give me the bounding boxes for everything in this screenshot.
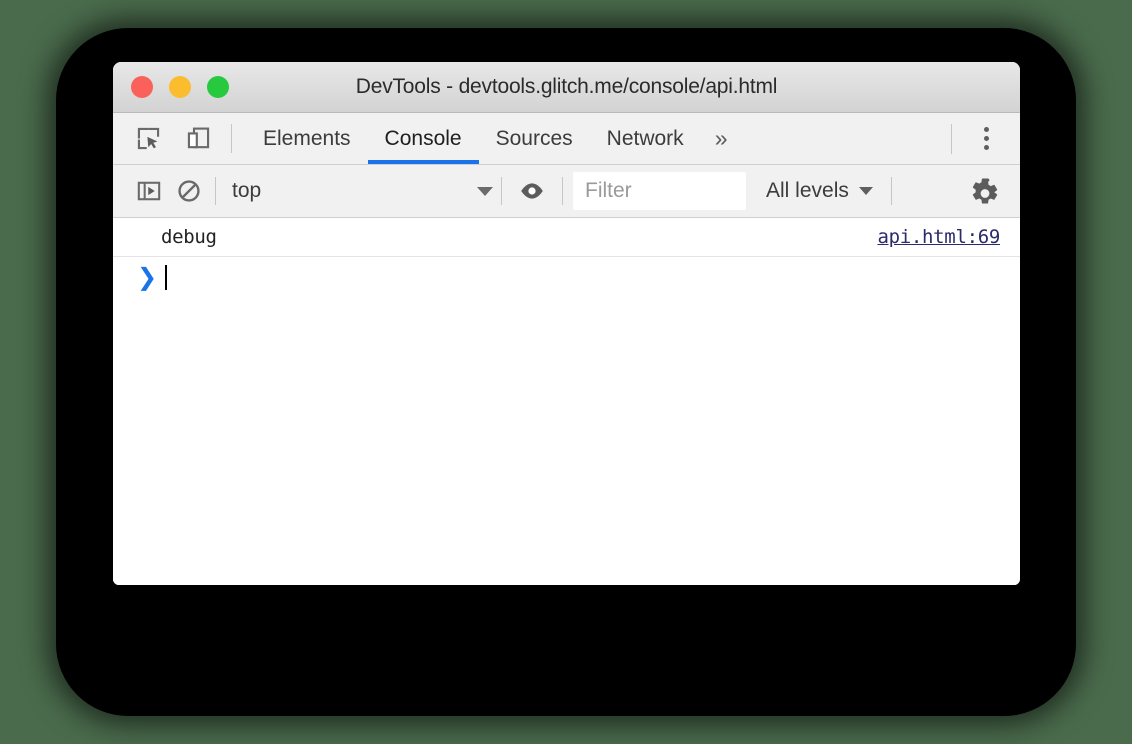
console-toolbar-divider-2 [501, 177, 502, 205]
table-row[interactable]: debug api.html:69 [113, 218, 1020, 257]
tab-console[interactable]: Console [367, 113, 479, 164]
chevron-down-icon [477, 186, 493, 196]
execution-context-selector[interactable]: top [224, 179, 499, 203]
kebab-menu-icon[interactable] [966, 119, 1006, 159]
console-toolbar-divider-3 [562, 177, 563, 205]
console-prompt[interactable]: ❯ [113, 257, 1020, 297]
console-sidebar-icon[interactable] [129, 171, 169, 211]
tabbar-tool-icons [113, 113, 227, 164]
minimize-window-button[interactable] [169, 76, 191, 98]
console-toolbar: top Filter All levels [113, 165, 1020, 218]
maximize-window-button[interactable] [207, 76, 229, 98]
device-toolbar-icon[interactable] [179, 120, 217, 158]
window-titlebar: DevTools - devtools.glitch.me/console/ap… [113, 62, 1020, 113]
window-controls [131, 76, 229, 98]
tabbar-divider [231, 124, 232, 153]
console-message-text: debug [161, 226, 217, 248]
console-toolbar-divider-4 [890, 177, 892, 205]
create-live-expression-icon[interactable] [512, 171, 552, 211]
tabbar-right-controls [951, 113, 1020, 164]
log-level-selector[interactable]: All levels [766, 179, 873, 203]
devtools-window: DevTools - devtools.glitch.me/console/ap… [113, 62, 1020, 585]
inspect-element-icon[interactable] [129, 120, 167, 158]
tab-sources[interactable]: Sources [479, 113, 590, 164]
tabbar-right-divider [951, 123, 952, 154]
text-cursor [165, 264, 167, 290]
settings-gear-icon[interactable] [964, 170, 1006, 212]
chevron-down-icon [858, 187, 873, 195]
filter-input[interactable]: Filter [573, 172, 746, 210]
more-tabs-button[interactable]: » [701, 113, 742, 164]
console-message-source-link[interactable]: api.html:69 [877, 226, 1000, 248]
filter-placeholder: Filter [585, 179, 632, 202]
devtools-tabbar: Elements Console Sources Network » [113, 113, 1020, 165]
execution-context-label: top [232, 179, 262, 202]
tab-elements[interactable]: Elements [246, 113, 368, 164]
console-empty-space[interactable] [113, 297, 1020, 585]
close-window-button[interactable] [131, 76, 153, 98]
console-message-area[interactable]: debug api.html:69 ❯ [113, 218, 1020, 585]
prompt-arrow-icon: ❯ [137, 263, 158, 291]
log-level-label: All levels [766, 179, 849, 202]
tab-network[interactable]: Network [590, 113, 701, 164]
console-toolbar-divider-1 [215, 177, 216, 205]
clear-console-icon[interactable] [169, 171, 209, 211]
panel-tabs: Elements Console Sources Network » [236, 113, 741, 164]
window-title: DevTools - devtools.glitch.me/console/ap… [355, 75, 778, 98]
